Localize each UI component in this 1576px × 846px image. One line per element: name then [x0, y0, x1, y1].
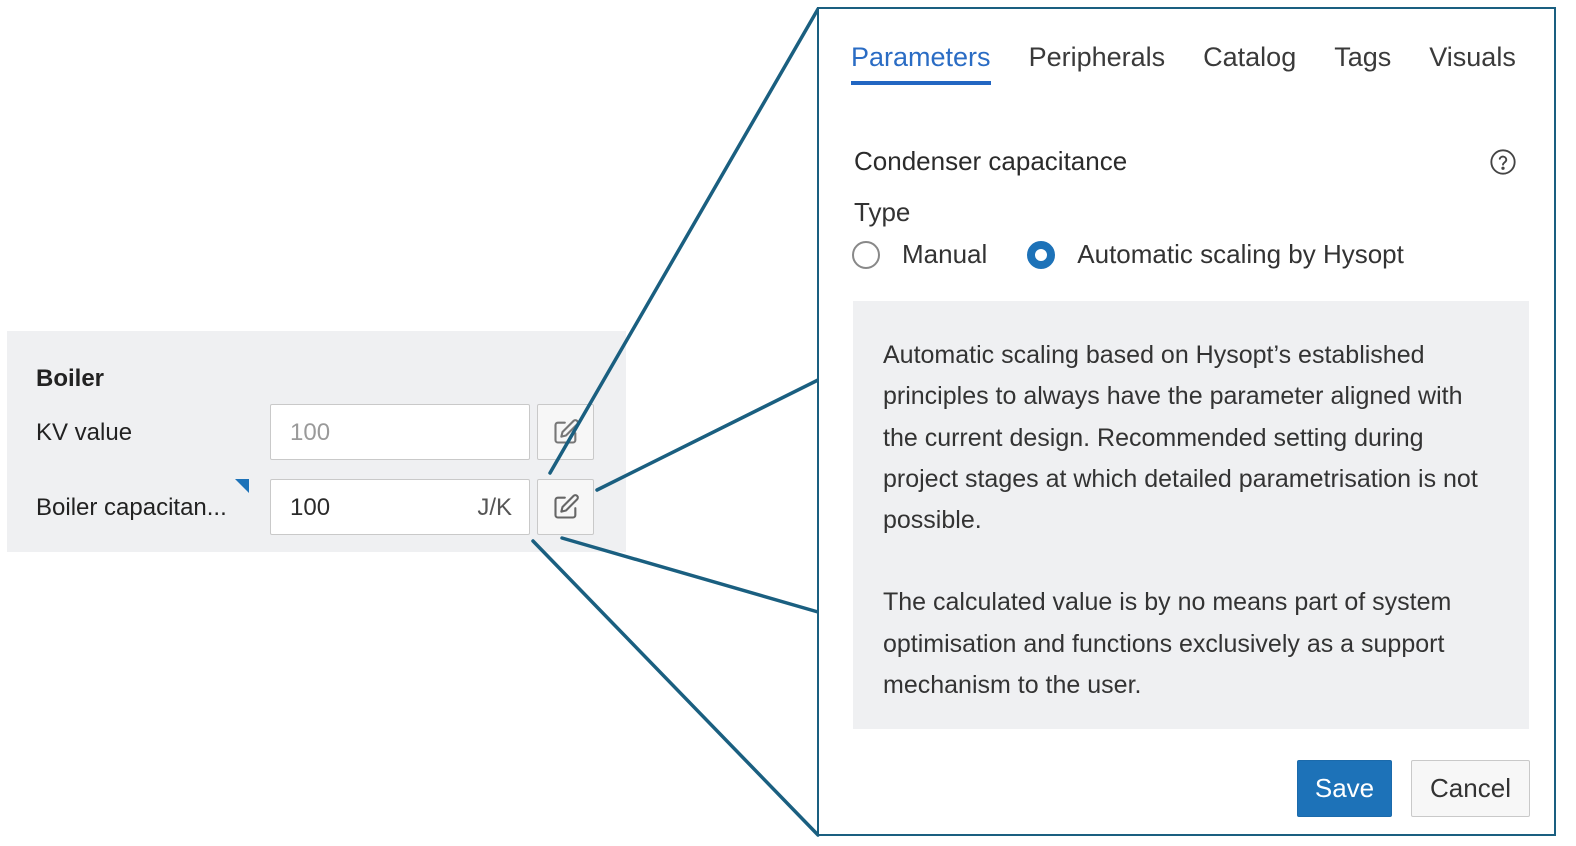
radio-manual[interactable]: Manual — [852, 239, 987, 270]
modified-marker — [235, 479, 249, 493]
boiler-property-panel: Boiler KV value 100 Boiler capacitan... … — [7, 331, 626, 552]
parameter-heading: Condenser capacitance — [854, 146, 1128, 176]
pencil-square-icon — [553, 494, 579, 519]
boiler-capacitance-edit-button[interactable] — [537, 479, 594, 535]
type-radio-group: Manual Automatic scaling by Hysopt — [852, 239, 1444, 270]
radio-automatic-label: Automatic scaling by Hysopt — [1077, 239, 1404, 269]
boiler-capacitance-label: Boiler capacitan... — [36, 494, 227, 521]
radio-circle-selected — [1027, 240, 1056, 269]
info-description-box: Automatic scaling based on Hysopt’s esta… — [853, 301, 1529, 729]
boiler-capacitance-field[interactable]: 100 J/K — [270, 479, 530, 535]
connector-line — [531, 539, 820, 837]
save-button[interactable]: Save — [1297, 760, 1392, 817]
tab-tags[interactable]: Tags — [1334, 42, 1391, 85]
tab-parameters[interactable]: Parameters — [851, 42, 991, 85]
radio-automatic-scaling[interactable]: Automatic scaling by Hysopt — [1027, 239, 1404, 270]
radio-manual-label: Manual — [902, 239, 988, 269]
boiler-capacitance-value: 100 — [290, 494, 331, 521]
tab-catalog[interactable]: Catalog — [1203, 42, 1296, 85]
tab-visuals[interactable]: Visuals — [1429, 42, 1516, 85]
pencil-square-icon — [553, 419, 579, 444]
kv-value-field[interactable]: 100 — [270, 404, 530, 460]
boiler-capacitance-unit: J/K — [477, 494, 512, 521]
info-paragraph: Automatic scaling based on Hysopt’s esta… — [883, 341, 1478, 535]
question-circle-icon[interactable] — [1489, 148, 1517, 176]
dialog-tabs: Parameters Peripherals Catalog Tags Visu… — [851, 42, 1516, 85]
kv-value-text: 100 — [290, 419, 331, 446]
tab-peripherals[interactable]: Peripherals — [1029, 42, 1166, 85]
parameter-dialog: Parameters Peripherals Catalog Tags Visu… — [817, 7, 1556, 836]
kv-value-label: KV value — [36, 419, 133, 446]
type-label: Type — [854, 197, 911, 227]
connector-line — [595, 378, 820, 492]
section-title: Boiler — [36, 365, 105, 392]
radio-circle — [852, 240, 880, 269]
info-paragraph: The calculated value is by no means part… — [883, 588, 1452, 700]
kv-value-edit-button[interactable] — [537, 404, 594, 460]
cancel-button[interactable]: Cancel — [1411, 760, 1530, 817]
